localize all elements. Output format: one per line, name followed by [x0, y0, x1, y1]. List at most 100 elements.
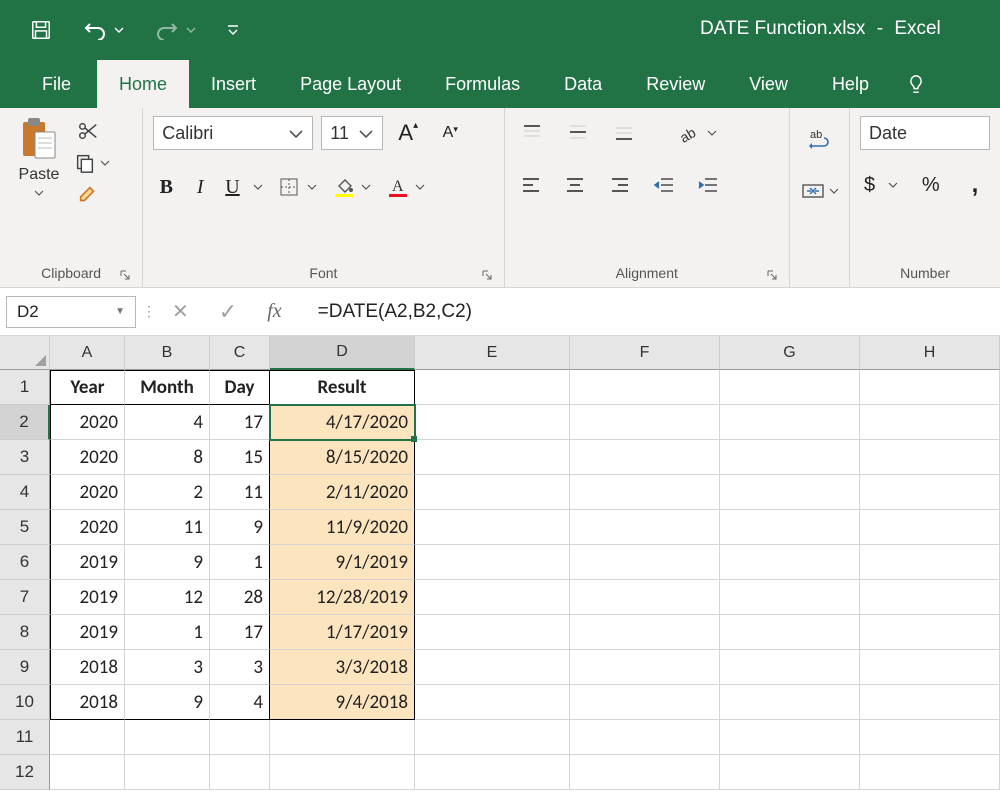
cell-B9[interactable]: 3 [125, 650, 210, 685]
wrap-text-button[interactable]: ab [803, 122, 837, 156]
number-format-combo[interactable]: Date [860, 116, 990, 150]
cell-A2[interactable]: 2020 [50, 405, 125, 440]
customize-qat-button[interactable] [226, 0, 240, 60]
cell-H10[interactable] [860, 685, 1000, 720]
fill-color-button[interactable] [329, 170, 375, 204]
cell-G11[interactable] [720, 720, 860, 755]
align-top-button[interactable] [515, 116, 549, 150]
row-header-9[interactable]: 9 [0, 650, 50, 685]
cell-E12[interactable] [415, 755, 570, 790]
undo-button[interactable] [82, 0, 124, 60]
cell-C4[interactable]: 11 [210, 475, 270, 510]
cell-D12[interactable] [270, 755, 415, 790]
cell-D8[interactable]: 1/17/2019 [270, 615, 415, 650]
align-middle-button[interactable] [561, 116, 595, 150]
worksheet-grid[interactable]: A B C D E F G H 1 Year Month Day Result … [0, 336, 1000, 790]
tab-review[interactable]: Review [624, 60, 727, 108]
row-header-10[interactable]: 10 [0, 685, 50, 720]
cell-H2[interactable] [860, 405, 1000, 440]
enter-formula-button[interactable]: ✓ [219, 299, 237, 325]
cell-B7[interactable]: 12 [125, 580, 210, 615]
cell-E8[interactable] [415, 615, 570, 650]
column-header-C[interactable]: C [210, 336, 270, 370]
cell-G1[interactable] [720, 370, 860, 405]
italic-button[interactable]: I [187, 170, 213, 204]
cell-F11[interactable] [570, 720, 720, 755]
accounting-format-button[interactable]: $ [860, 168, 902, 202]
tab-formulas[interactable]: Formulas [423, 60, 542, 108]
column-header-F[interactable]: F [570, 336, 720, 370]
cell-A4[interactable]: 2020 [50, 475, 125, 510]
decrease-indent-button[interactable] [648, 168, 680, 202]
cell-A9[interactable]: 2018 [50, 650, 125, 685]
cell-B8[interactable]: 1 [125, 615, 210, 650]
cell-B4[interactable]: 2 [125, 475, 210, 510]
cut-button[interactable] [74, 120, 102, 142]
cell-E11[interactable] [415, 720, 570, 755]
cell-D10[interactable]: 9/4/2018 [270, 685, 415, 720]
cell-H9[interactable] [860, 650, 1000, 685]
row-header-11[interactable]: 11 [0, 720, 50, 755]
align-right-button[interactable] [603, 168, 635, 202]
merge-center-button[interactable] [797, 174, 843, 208]
increase-indent-button[interactable] [692, 168, 724, 202]
cell-E5[interactable] [415, 510, 570, 545]
cell-F9[interactable] [570, 650, 720, 685]
cell-H12[interactable] [860, 755, 1000, 790]
cell-G12[interactable] [720, 755, 860, 790]
tab-help[interactable]: Help [810, 60, 891, 108]
cell-E3[interactable] [415, 440, 570, 475]
cell-H6[interactable] [860, 545, 1000, 580]
clipboard-launcher[interactable] [118, 268, 132, 282]
cell-E1[interactable] [415, 370, 570, 405]
cell-F6[interactable] [570, 545, 720, 580]
formula-input[interactable] [298, 296, 1000, 328]
tab-file[interactable]: File [20, 60, 97, 108]
row-header-6[interactable]: 6 [0, 545, 50, 580]
chevron-down-icon[interactable] [34, 190, 44, 196]
cell-F3[interactable] [570, 440, 720, 475]
cell-C5[interactable]: 9 [210, 510, 270, 545]
row-header-3[interactable]: 3 [0, 440, 50, 475]
insert-function-button[interactable]: fx [267, 300, 281, 323]
cell-D6[interactable]: 9/1/2019 [270, 545, 415, 580]
cell-A3[interactable]: 2020 [50, 440, 125, 475]
cell-G8[interactable] [720, 615, 860, 650]
cell-D4[interactable]: 2/11/2020 [270, 475, 415, 510]
borders-button[interactable] [275, 170, 321, 204]
cell-G6[interactable] [720, 545, 860, 580]
cell-G5[interactable] [720, 510, 860, 545]
row-header-5[interactable]: 5 [0, 510, 50, 545]
row-header-1[interactable]: 1 [0, 370, 50, 405]
row-header-12[interactable]: 12 [0, 755, 50, 790]
column-header-A[interactable]: A [50, 336, 125, 370]
cell-C2[interactable]: 17 [210, 405, 270, 440]
cell-G10[interactable] [720, 685, 860, 720]
align-left-button[interactable] [515, 168, 547, 202]
cell-F12[interactable] [570, 755, 720, 790]
row-header-8[interactable]: 8 [0, 615, 50, 650]
alignment-launcher[interactable] [765, 268, 779, 282]
cell-F8[interactable] [570, 615, 720, 650]
save-button[interactable] [30, 0, 52, 60]
font-size-combo[interactable]: 11 [321, 116, 383, 150]
tell-me-button[interactable] [891, 60, 941, 108]
cell-F7[interactable] [570, 580, 720, 615]
cell-A10[interactable]: 2018 [50, 685, 125, 720]
cell-A8[interactable]: 2019 [50, 615, 125, 650]
cell-G9[interactable] [720, 650, 860, 685]
cell-A7[interactable]: 2019 [50, 580, 125, 615]
font-color-button[interactable]: A [383, 170, 429, 204]
cell-C12[interactable] [210, 755, 270, 790]
cell-E4[interactable] [415, 475, 570, 510]
cell-A12[interactable] [50, 755, 125, 790]
cell-D3[interactable]: 8/15/2020 [270, 440, 415, 475]
row-header-2[interactable]: 2 [0, 405, 50, 440]
cell-A5[interactable]: 2020 [50, 510, 125, 545]
cell-D2[interactable]: 4/17/2020 [270, 405, 415, 440]
cell-A11[interactable] [50, 720, 125, 755]
cell-B10[interactable]: 9 [125, 685, 210, 720]
decrease-font-button[interactable]: A▾ [433, 116, 467, 150]
cell-G7[interactable] [720, 580, 860, 615]
format-painter-button[interactable] [74, 184, 102, 206]
